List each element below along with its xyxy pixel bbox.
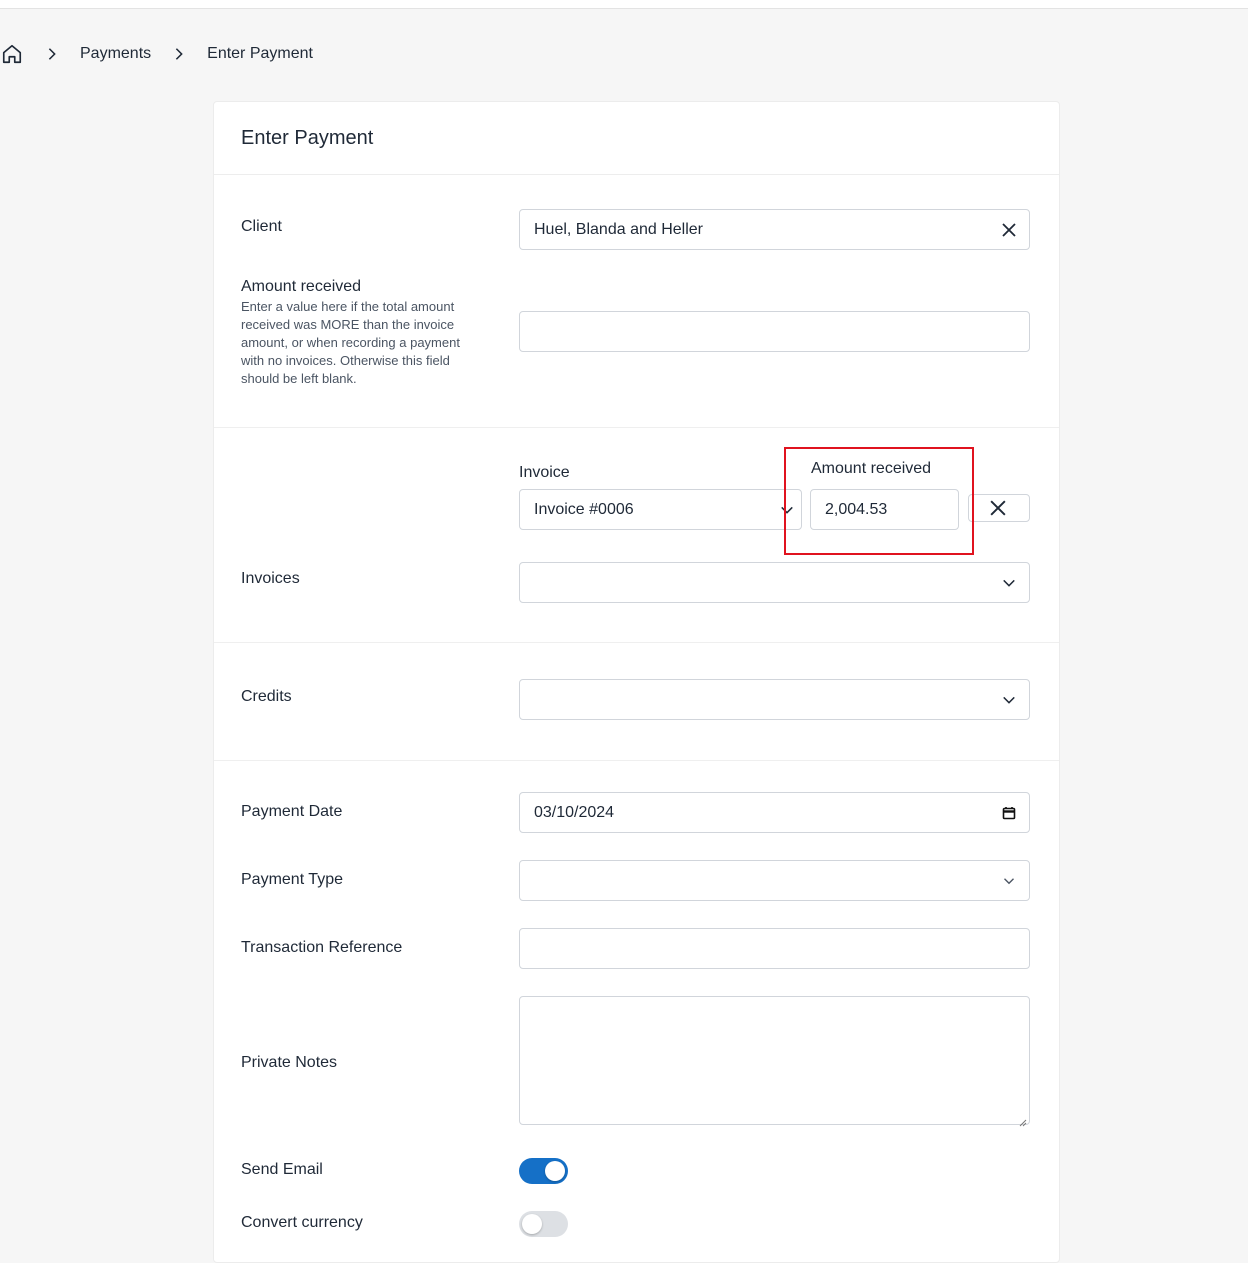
invoice-select[interactable]: Invoice #0006 xyxy=(519,489,802,530)
top-bar xyxy=(0,0,1248,9)
toggle-knob xyxy=(522,1214,542,1234)
send-email-label: Send Email xyxy=(241,1161,323,1178)
client-value: Huel, Blanda and Heller xyxy=(534,220,703,238)
amount-received-input[interactable] xyxy=(519,311,1030,352)
client-label: Client xyxy=(241,218,282,235)
payment-date-value: 03/10/2024 xyxy=(534,803,615,821)
remove-invoice-button[interactable] xyxy=(968,494,1030,522)
close-icon[interactable] xyxy=(999,220,1019,240)
send-email-toggle[interactable] xyxy=(519,1158,568,1184)
amount-received-help: Enter a value here if the total amount r… xyxy=(241,299,460,386)
chevron-down-icon xyxy=(999,871,1019,891)
transaction-reference-label: Transaction Reference xyxy=(241,939,403,956)
page-title: Enter Payment xyxy=(241,126,374,149)
convert-currency-toggle[interactable] xyxy=(519,1211,568,1237)
payment-date-input[interactable]: 03/10/2024 xyxy=(519,792,1030,833)
payment-type-select[interactable] xyxy=(519,860,1030,901)
transaction-reference-input[interactable] xyxy=(519,928,1030,969)
calendar-icon[interactable] xyxy=(999,803,1019,823)
highlight-box xyxy=(784,447,974,555)
divider xyxy=(214,427,1059,428)
close-icon xyxy=(990,500,1006,516)
chevron-right-icon xyxy=(171,46,187,62)
convert-currency-label: Convert currency xyxy=(241,1214,363,1231)
invoice-value: Invoice #0006 xyxy=(534,500,634,518)
chevron-down-icon xyxy=(999,573,1019,593)
private-notes-label: Private Notes xyxy=(241,1054,338,1071)
breadcrumb-payments[interactable]: Payments xyxy=(80,45,151,63)
chevron-right-icon xyxy=(44,46,60,62)
client-select[interactable]: Huel, Blanda and Heller xyxy=(519,209,1030,250)
amount-received-label: Amount received xyxy=(241,278,362,295)
divider xyxy=(214,760,1059,761)
enter-payment-card: Enter Payment Client Huel, Blanda and He… xyxy=(213,101,1060,1263)
divider xyxy=(214,642,1059,643)
payment-type-label: Payment Type xyxy=(241,871,343,888)
invoices-select[interactable] xyxy=(519,562,1030,603)
home-icon[interactable] xyxy=(0,42,24,66)
chevron-down-icon xyxy=(999,690,1019,710)
toggle-knob xyxy=(545,1161,565,1181)
invoice-label: Invoice xyxy=(519,464,570,481)
invoices-label: Invoices xyxy=(241,570,300,587)
breadcrumb: Payments Enter Payment xyxy=(0,40,313,68)
credits-select[interactable] xyxy=(519,679,1030,720)
resize-handle-icon[interactable] xyxy=(1019,1114,1027,1127)
payment-date-label: Payment Date xyxy=(241,803,343,820)
private-notes-textarea[interactable] xyxy=(519,996,1030,1127)
breadcrumb-enter-payment[interactable]: Enter Payment xyxy=(207,45,313,63)
card-header: Enter Payment xyxy=(214,102,1059,175)
credits-label: Credits xyxy=(241,688,292,705)
